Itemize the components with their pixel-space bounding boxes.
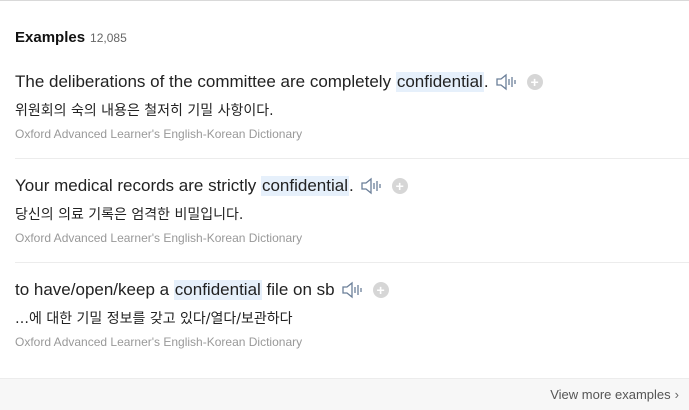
top-border — [0, 0, 689, 1]
divider — [15, 158, 689, 159]
example-source: Oxford Advanced Learner's English-Korean… — [15, 231, 303, 245]
sentence-text: file on sb — [261, 280, 335, 299]
example-sentence: Your medical records are strictly confid… — [15, 176, 408, 196]
speaker-icon[interactable] — [495, 73, 519, 91]
plus-circle-icon[interactable]: + — [526, 74, 543, 90]
speaker-icon[interactable] — [360, 177, 384, 195]
sentence-text: . — [483, 72, 489, 91]
plus-circle-icon[interactable]: + — [372, 282, 389, 298]
sentence-text: to have/open/keep a — [15, 280, 174, 299]
examples-count: 12,085 — [90, 31, 127, 45]
example-source: Oxford Advanced Learner's English-Korean… — [15, 127, 303, 141]
view-more-label: View more examples — [550, 387, 671, 402]
view-more-examples-link[interactable]: View more examples › — [550, 387, 679, 402]
example-translation: …에 대한 기밀 정보를 갖고 있다/열다/보관하다 — [15, 311, 293, 327]
divider — [15, 262, 689, 263]
highlighted-keyword[interactable]: confidential — [395, 72, 484, 92]
example-translation: 위원회의 숙의 내용은 철저히 기밀 사항이다. — [15, 103, 274, 119]
sentence-text: . — [348, 176, 354, 195]
highlighted-keyword[interactable]: confidential — [260, 176, 349, 196]
plus-circle-icon[interactable]: + — [391, 178, 408, 194]
chevron-right-icon: › — [674, 387, 679, 402]
speaker-icon[interactable] — [341, 281, 365, 299]
example-source: Oxford Advanced Learner's English-Korean… — [15, 335, 303, 349]
example-sentence: The deliberations of the committee are c… — [15, 72, 543, 92]
example-sentence: to have/open/keep a confidential file on… — [15, 280, 389, 300]
section-title: Examples — [15, 29, 86, 46]
example-translation: 당신의 의료 기록은 엄격한 비밀입니다. — [15, 207, 244, 223]
sentence-text: Your medical records are strictly — [15, 176, 261, 195]
sentence-text: The deliberations of the committee are c… — [15, 72, 396, 91]
highlighted-keyword[interactable]: confidential — [173, 280, 262, 300]
examples-footer: View more examples › — [0, 378, 689, 410]
examples-header: Examples 12,085 — [15, 29, 127, 46]
